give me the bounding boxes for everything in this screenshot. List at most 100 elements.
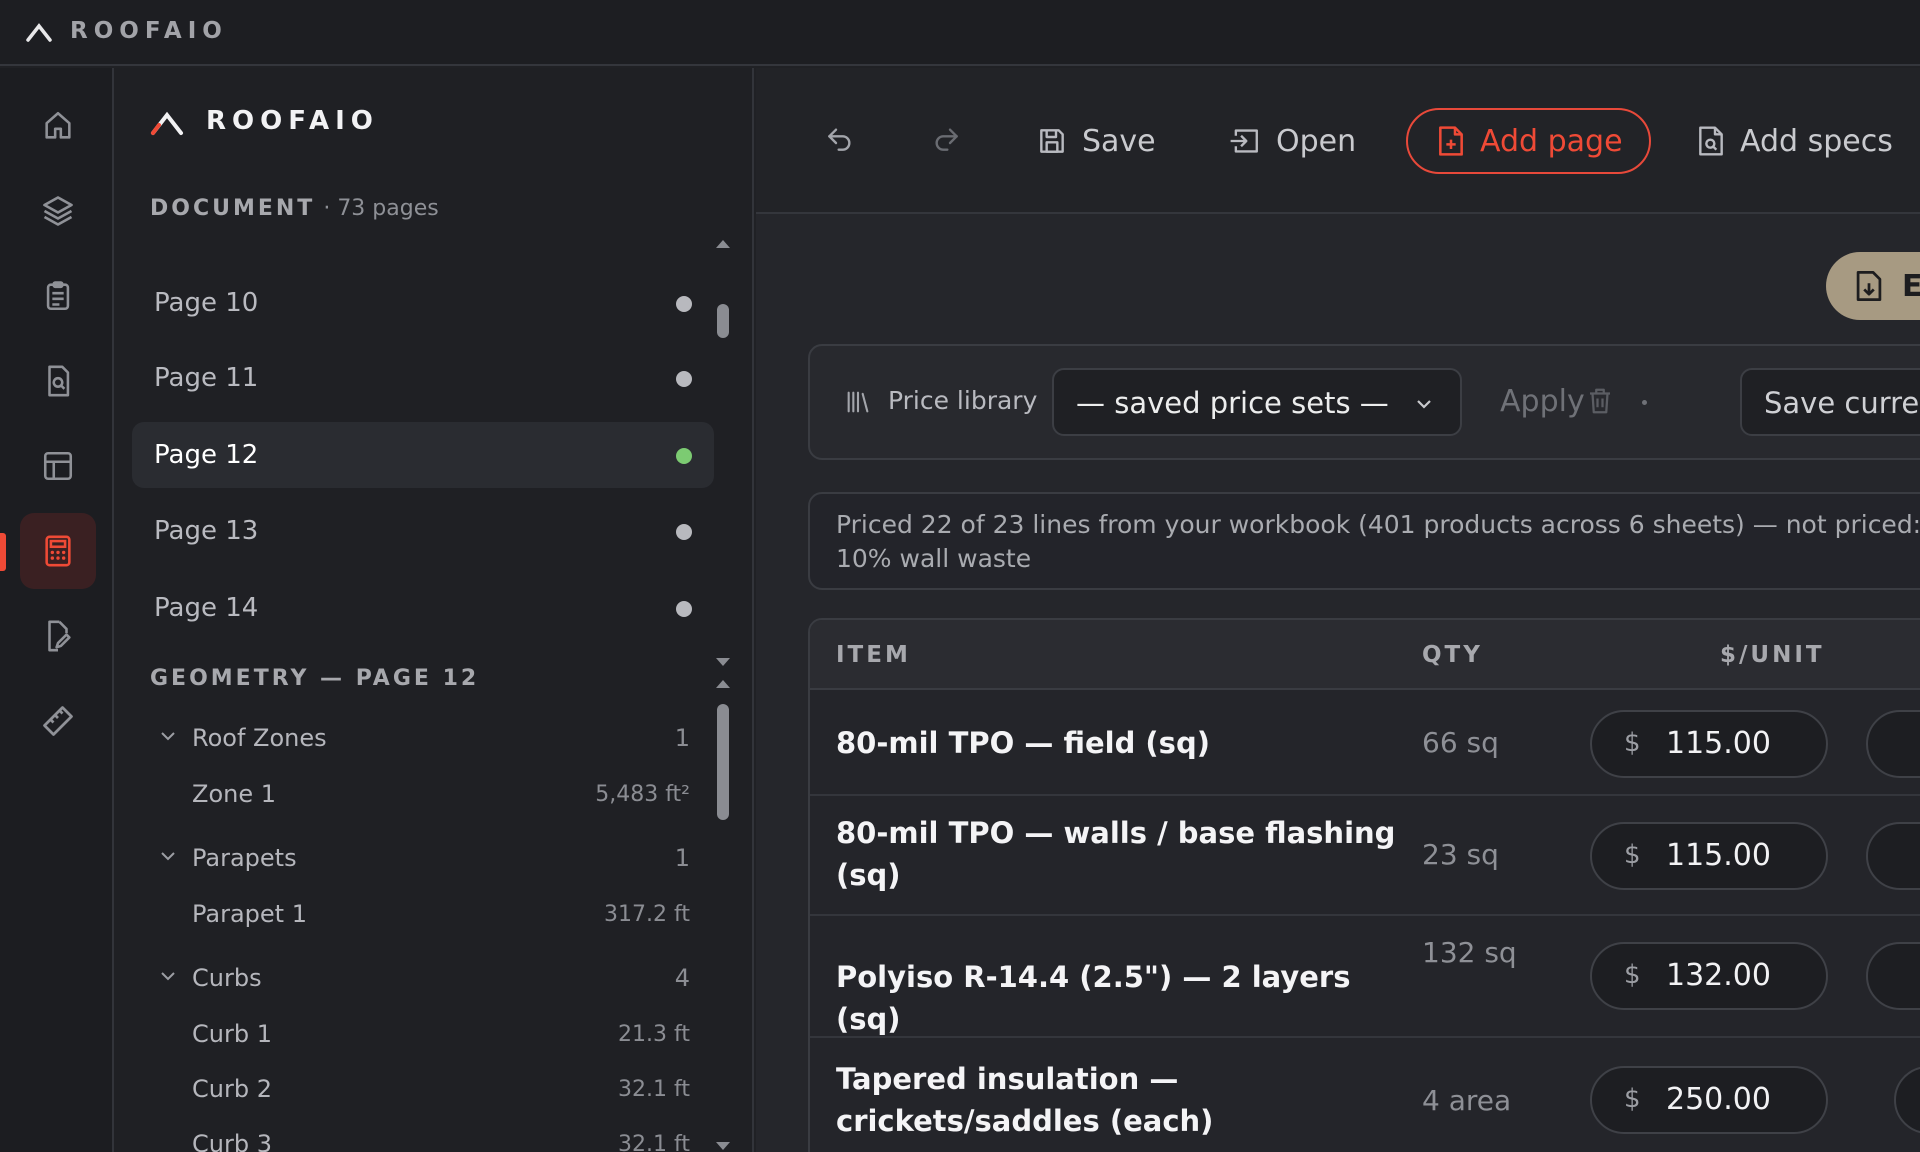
item-qty: 23 sq	[1422, 838, 1499, 871]
export-button[interactable]: E	[1826, 252, 1920, 320]
page-item[interactable]: Page 13	[132, 498, 714, 564]
chevron-down-icon	[1414, 394, 1434, 414]
page-item-label: Page 12	[154, 440, 259, 470]
ruler-icon[interactable]	[20, 683, 96, 759]
geometry-count: 1	[674, 724, 690, 752]
open-button[interactable]: Open	[1228, 108, 1356, 174]
document-page-count: · 73 pages	[323, 196, 439, 221]
layers-icon[interactable]	[20, 173, 96, 249]
table-row: 80-mil TPO — field (sq) 66 sq $ 115.00	[810, 692, 1920, 796]
roofaio-logo-icon	[26, 22, 52, 42]
chevron-down-icon	[158, 966, 178, 986]
clipboard-icon[interactable]	[20, 258, 96, 334]
undo-icon[interactable]	[824, 123, 856, 155]
currency-symbol: $	[1624, 960, 1641, 990]
file-search-icon	[1696, 125, 1726, 157]
page-item-label: Page 10	[154, 288, 259, 318]
line-total-field[interactable]	[1866, 710, 1920, 778]
geometry-item-parapet-1[interactable]: Parapet 1 317.2 ft	[150, 896, 690, 936]
panel-brand: ROOFAIO	[206, 106, 379, 136]
page-status-dot	[676, 448, 692, 464]
geometry-label: Parapets	[192, 844, 297, 872]
toolbar: Save Open Add page Add specs	[756, 68, 1920, 214]
geometry-item-curb-2[interactable]: Curb 2 32.1 ft	[150, 1071, 690, 1111]
pages-scroll-up-icon[interactable]	[716, 240, 730, 248]
unit-price-value: 115.00	[1666, 726, 1771, 761]
geometry-group-roof-zones[interactable]: Roof Zones 1	[150, 720, 690, 760]
page-item[interactable]: Page 11	[132, 345, 714, 411]
page-item[interactable]: Page 10	[132, 270, 714, 336]
page-status-dot	[676, 371, 692, 387]
save-button[interactable]: Save	[1036, 108, 1156, 174]
price-set-select[interactable]: — saved price sets —	[1052, 368, 1462, 436]
chevron-down-icon	[158, 726, 178, 746]
unit-price-input[interactable]: $ 132.00	[1590, 942, 1828, 1010]
currency-symbol: $	[1624, 840, 1641, 870]
document-panel: ROOFAIO DOCUMENT · 73 pages Page 10 Page …	[114, 68, 754, 1152]
redo-icon[interactable]	[930, 123, 962, 155]
unit-price-input[interactable]: $ 115.00	[1590, 822, 1828, 890]
page-item-label: Page 11	[154, 363, 259, 393]
file-search-icon[interactable]	[20, 343, 96, 419]
currency-symbol: $	[1624, 1084, 1641, 1114]
apply-button[interactable]: Apply	[1500, 384, 1585, 419]
geometry-measure: 32.1 ft	[618, 1077, 690, 1102]
save-icon	[1036, 125, 1068, 157]
home-icon[interactable]	[20, 88, 96, 164]
geometry-label: Curb 1	[192, 1020, 272, 1048]
geometry-item-zone-1[interactable]: Zone 1 5,483 ft²	[150, 776, 690, 816]
add-specs-button[interactable]: Add specs	[1696, 108, 1893, 174]
item-qty: 4 area	[1422, 1084, 1512, 1117]
calculator-icon[interactable]	[20, 513, 96, 589]
geometry-scroll-up-icon[interactable]	[716, 680, 730, 688]
unit-price-value: 115.00	[1666, 838, 1771, 873]
table-icon[interactable]	[20, 428, 96, 504]
geometry-item-curb-1[interactable]: Curb 1 21.3 ft	[150, 1016, 690, 1056]
pages-scrollbar[interactable]	[717, 304, 729, 338]
geometry-count: 4	[674, 964, 690, 992]
file-edit-icon[interactable]	[20, 598, 96, 674]
file-plus-icon	[1436, 125, 1466, 157]
geometry-scrollbar[interactable]	[717, 704, 729, 820]
app-brand: ROOFAIO	[70, 18, 228, 44]
add-page-button[interactable]: Add page	[1406, 108, 1651, 174]
trash-icon[interactable]	[1586, 386, 1614, 416]
panel-logo-icon	[150, 110, 184, 136]
line-total-field[interactable]	[1866, 942, 1920, 1010]
geometry-measure: 5,483 ft²	[595, 782, 690, 807]
geometry-measure: 317.2 ft	[604, 902, 690, 927]
unit-price-input[interactable]: $ 115.00	[1590, 710, 1828, 778]
geometry-measure: 21.3 ft	[618, 1022, 690, 1047]
col-item-header: ITEM	[836, 642, 911, 668]
page-item[interactable]: Page 14	[132, 575, 714, 641]
geometry-scroll-down-icon[interactable]	[716, 1142, 730, 1150]
geometry-label: Zone 1	[192, 780, 276, 808]
page-status-dot	[676, 601, 692, 617]
geometry-group-curbs[interactable]: Curbs 4	[150, 960, 690, 1000]
geometry-label: Curbs	[192, 964, 262, 992]
price-library-label: Price library	[888, 386, 1038, 415]
geometry-label: Parapet 1	[192, 900, 307, 928]
geometry-group-parapets[interactable]: Parapets 1	[150, 840, 690, 880]
geometry-label: Roof Zones	[192, 724, 327, 752]
geometry-label: Curb 3	[192, 1130, 272, 1152]
page-item-selected[interactable]: Page 12	[132, 422, 714, 488]
unit-price-input[interactable]: $ 250.00	[1590, 1066, 1828, 1134]
library-icon	[844, 388, 872, 416]
file-download-icon	[1854, 269, 1884, 303]
price-library-bar: Price library — saved price sets — Apply…	[808, 344, 1920, 460]
pages-scroll-down-icon[interactable]	[716, 658, 730, 666]
save-current-button[interactable]: Save current	[1740, 368, 1920, 436]
col-unit-header: $/UNIT	[1720, 642, 1825, 668]
item-name: Tapered insulation — crickets/saddles (e…	[836, 1062, 1214, 1138]
item-name: 80-mil TPO — walls / base flashing (sq)	[836, 816, 1396, 892]
active-indicator	[0, 533, 6, 571]
line-total-field[interactable]	[1894, 1066, 1920, 1134]
add-specs-label: Add specs	[1740, 123, 1893, 159]
document-heading-label: DOCUMENT	[150, 196, 316, 221]
geometry-item-curb-3[interactable]: Curb 3 32.1 ft	[150, 1126, 690, 1152]
geometry-label: Curb 2	[192, 1075, 272, 1103]
note-line: 10% wall waste	[836, 544, 1032, 573]
main-content: Save Open Add page Add specs E Price lib…	[756, 68, 1920, 1152]
line-total-field[interactable]	[1866, 822, 1920, 890]
